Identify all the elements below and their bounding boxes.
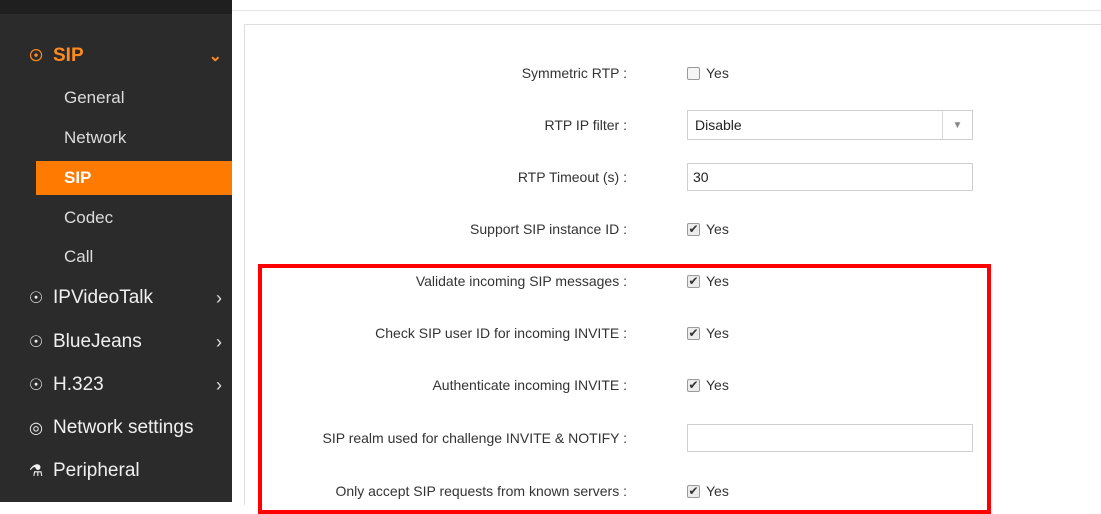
chevron-right-icon: › xyxy=(216,287,222,308)
sidebar-section-label: H.323 xyxy=(53,374,104,395)
setting-row-authenticate-invite: Authenticate incoming INVITE : ✔ Yes xyxy=(232,368,1101,402)
sidebar-item-network[interactable]: Network xyxy=(0,121,232,155)
sidebar-section-label: Peripheral xyxy=(53,460,140,481)
sip-realm-input[interactable] xyxy=(687,424,973,452)
sidebar-item-label: Network xyxy=(64,128,127,147)
setting-row-rtp-timeout: RTP Timeout (s) : 30 xyxy=(232,160,1101,194)
peripheral-icon: ⚗ xyxy=(28,463,44,480)
chevron-right-icon: › xyxy=(216,331,222,352)
setting-label: Symmetric RTP : xyxy=(521,65,627,81)
select-value: Disable xyxy=(695,117,742,133)
setting-row-check-user-id: Check SIP user ID for incoming INVITE : … xyxy=(232,316,1101,350)
sidebar-section-network-settings[interactable]: ◎ Network settings xyxy=(0,411,232,445)
circle-icon: ☉ xyxy=(28,377,44,394)
sidebar-item-call[interactable]: Call xyxy=(0,240,232,274)
setting-label: RTP IP filter : xyxy=(544,117,627,133)
chevron-right-icon: › xyxy=(216,374,222,395)
circle-icon: ☉ xyxy=(28,48,44,65)
checkbox-label: Yes xyxy=(706,221,729,237)
sidebar-section-label: SIP xyxy=(53,45,84,66)
checkbox-label: Yes xyxy=(706,65,729,81)
setting-label: SIP realm used for challenge INVITE & NO… xyxy=(322,430,628,446)
sidebar-item-label: Codec xyxy=(64,208,114,227)
setting-row-symmetric-rtp: Symmetric RTP : Yes xyxy=(232,56,1101,90)
sidebar-top-strip xyxy=(0,0,232,14)
sidebar-section-h323[interactable]: ☉ H.323 › xyxy=(0,368,232,402)
sidebar: ☉ SIP ⌄ General Network SIP Codec Call ☉… xyxy=(0,0,232,502)
dropdown-arrow-icon[interactable]: ▼ xyxy=(942,111,972,139)
setting-label: Support SIP instance ID : xyxy=(470,221,627,237)
circle-icon: ☉ xyxy=(28,290,44,307)
authenticate-invite-checkbox[interactable]: ✔ xyxy=(687,378,700,392)
globe-icon: ◎ xyxy=(29,420,43,437)
sidebar-item-label: SIP xyxy=(64,168,92,187)
setting-row-sip-instance-id: Support SIP instance ID : ✔ Yes xyxy=(232,212,1101,246)
sip-instance-id-checkbox[interactable]: ✔ xyxy=(687,222,700,236)
validate-incoming-checkbox[interactable]: ✔ xyxy=(687,274,700,288)
setting-label: Only accept SIP requests from known serv… xyxy=(335,483,627,499)
setting-label: Check SIP user ID for incoming INVITE : xyxy=(375,325,627,341)
setting-label: Validate incoming SIP messages : xyxy=(415,273,627,289)
rtp-timeout-input[interactable]: 30 xyxy=(687,163,973,191)
sidebar-section-bluejeans[interactable]: ☉ BlueJeans › xyxy=(0,325,232,359)
sidebar-section-label: Network settings xyxy=(53,417,194,438)
sidebar-section-label: IPVideoTalk xyxy=(53,287,153,308)
sidebar-section-ipvideotalk[interactable]: ☉ IPVideoTalk › xyxy=(0,281,232,315)
chevron-down-icon: ⌄ xyxy=(208,48,222,65)
checkbox-label: Yes xyxy=(706,325,729,341)
validate-incoming-checkbox-group[interactable]: ✔ Yes xyxy=(687,273,729,289)
symmetric-rtp-checkbox-group[interactable]: Yes xyxy=(687,65,729,81)
known-servers-checkbox[interactable]: ✔ xyxy=(687,484,700,498)
setting-row-known-servers: Only accept SIP requests from known serv… xyxy=(232,474,1101,508)
setting-label: RTP Timeout (s) : xyxy=(517,169,627,185)
checkbox-label: Yes xyxy=(706,273,729,289)
setting-row-sip-realm: SIP realm used for challenge INVITE & NO… xyxy=(232,421,1101,455)
sidebar-item-label: Call xyxy=(64,247,94,266)
rtp-ip-filter-select[interactable]: Disable ▼ xyxy=(687,110,973,140)
authenticate-invite-checkbox-group[interactable]: ✔ Yes xyxy=(687,377,729,393)
checkbox-label: Yes xyxy=(706,377,729,393)
sidebar-section-sip[interactable]: ☉ SIP ⌄ xyxy=(0,39,232,73)
setting-row-validate-incoming: Validate incoming SIP messages : ✔ Yes xyxy=(232,264,1101,298)
sidebar-item-general[interactable]: General xyxy=(0,81,232,115)
check-user-id-checkbox-group[interactable]: ✔ Yes xyxy=(687,325,729,341)
checkbox-label: Yes xyxy=(706,483,729,499)
top-bar xyxy=(232,0,1101,11)
sip-instance-id-checkbox-group[interactable]: ✔ Yes xyxy=(687,221,729,237)
sidebar-item-codec[interactable]: Codec xyxy=(0,201,232,235)
setting-label: Authenticate incoming INVITE : xyxy=(432,377,627,393)
symmetric-rtp-checkbox[interactable] xyxy=(687,66,700,80)
known-servers-checkbox-group[interactable]: ✔ Yes xyxy=(687,483,729,499)
sidebar-item-sip[interactable]: SIP xyxy=(36,161,232,195)
sidebar-section-label: BlueJeans xyxy=(53,331,142,352)
main-content: Symmetric RTP : Yes RTP IP filter : Disa… xyxy=(232,0,1101,505)
setting-row-rtp-ip-filter: RTP IP filter : Disable ▼ xyxy=(232,108,1101,142)
check-user-id-checkbox[interactable]: ✔ xyxy=(687,326,700,340)
sidebar-section-peripheral[interactable]: ⚗ Peripheral xyxy=(0,454,232,488)
sidebar-item-label: General xyxy=(64,88,125,107)
circle-icon: ☉ xyxy=(28,334,44,351)
